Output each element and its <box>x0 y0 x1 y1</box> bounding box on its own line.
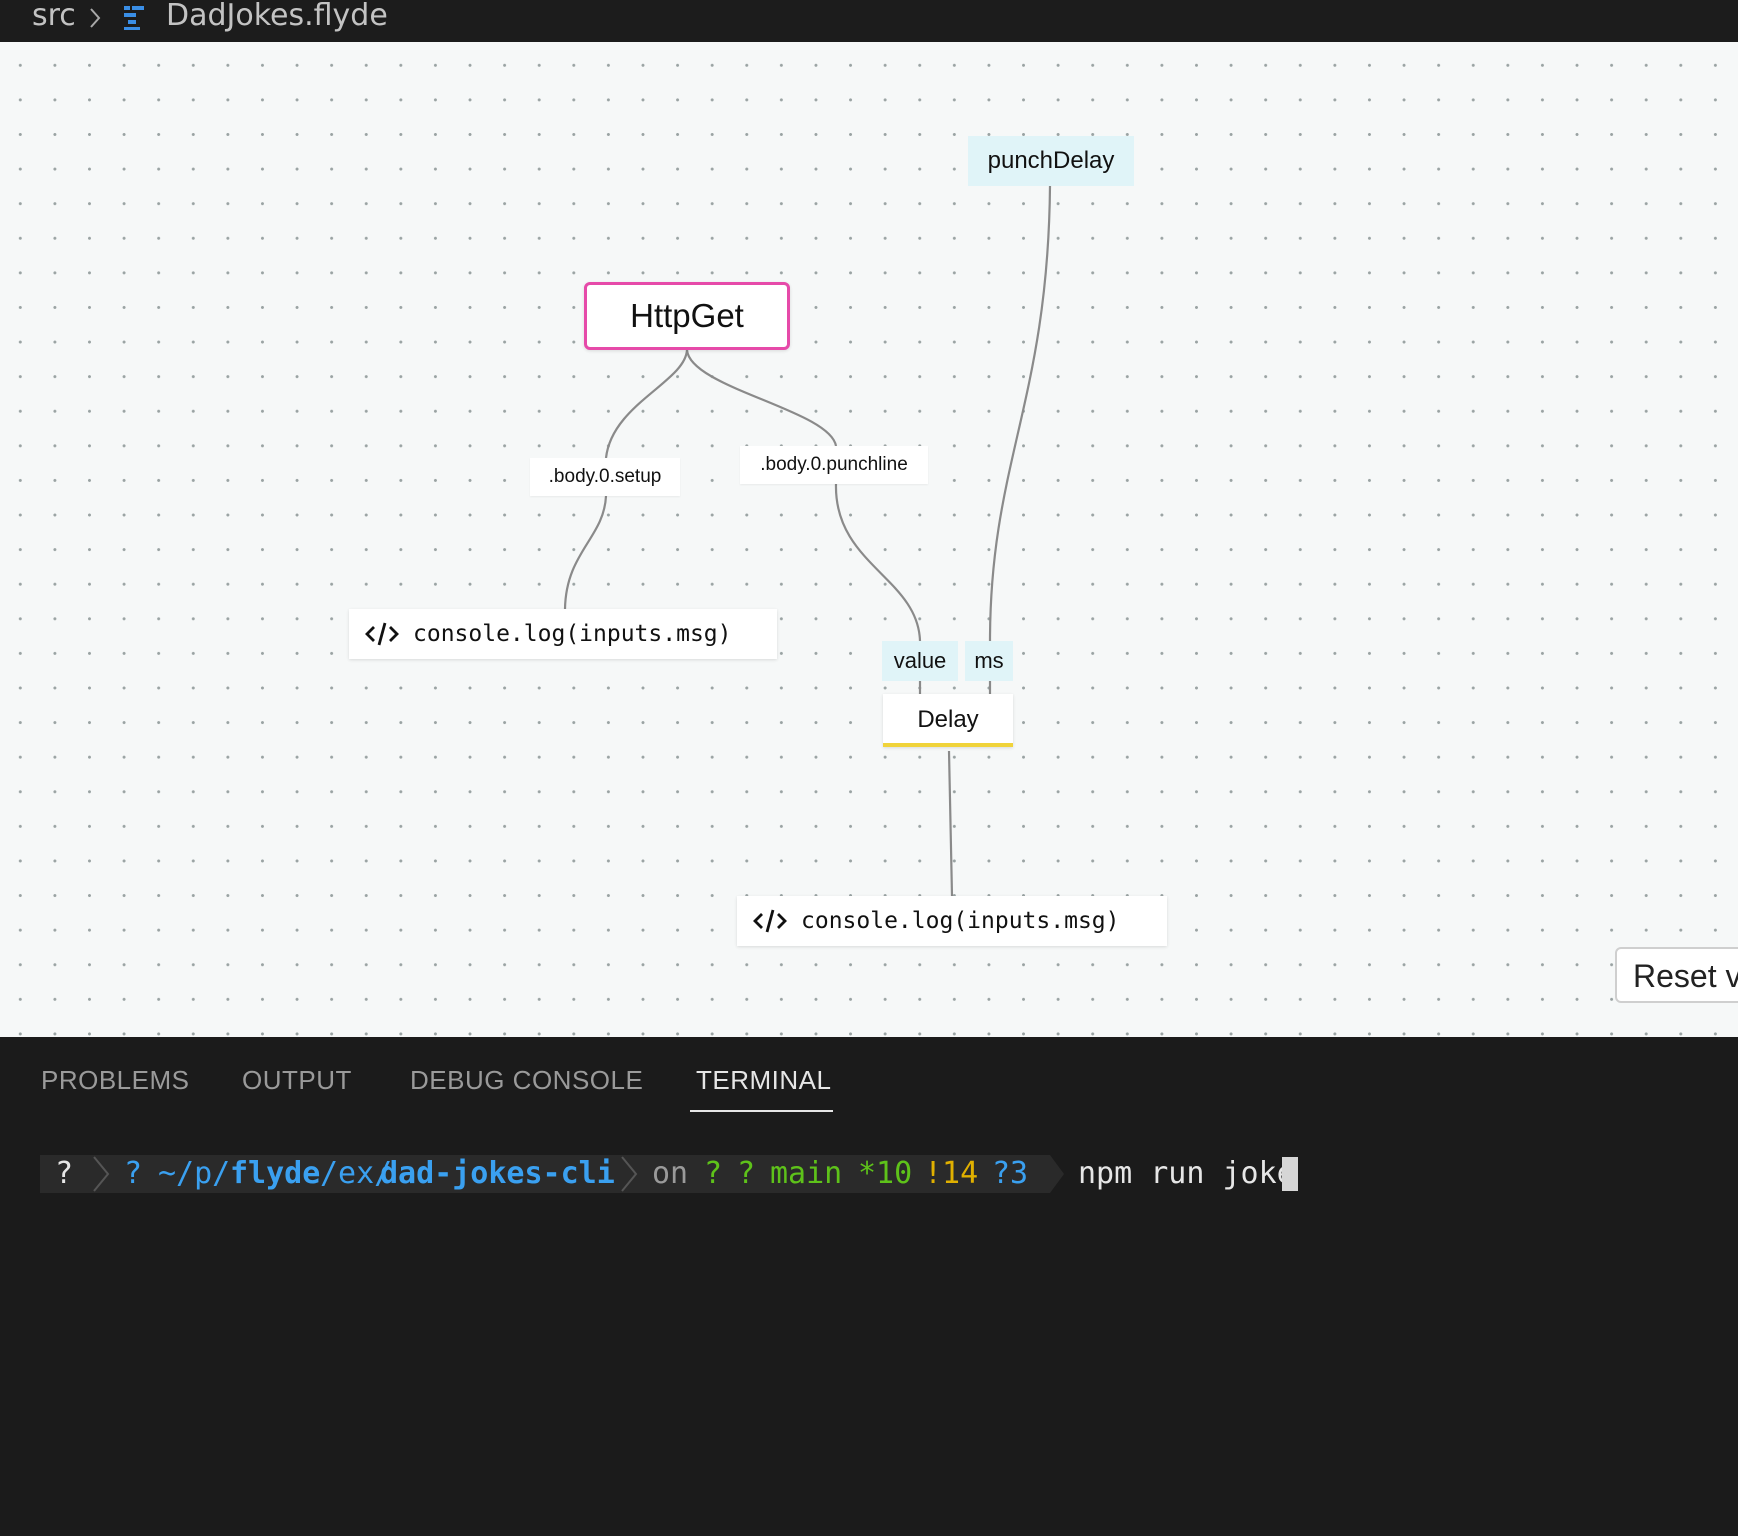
prompt-separator-icon <box>621 1156 638 1192</box>
code-label: console.log(inputs.msg) <box>413 621 732 647</box>
setup-output-pin[interactable]: .body.0.setup <box>530 458 680 496</box>
breadcrumb: src DadJokes.flyde <box>0 0 1738 42</box>
flow-edges <box>563 185 1052 897</box>
edge-httpget-punchline <box>685 349 838 447</box>
edge-punchdelay-ms <box>988 185 1052 642</box>
prompt-on: on <box>652 1156 689 1191</box>
git-branch: main <box>770 1156 843 1191</box>
httpget-node[interactable]: HttpGet <box>584 282 790 350</box>
edge-punchline-value <box>834 483 922 642</box>
delay-value-input-pin[interactable]: value <box>882 641 958 681</box>
bottom-panel: PROBLEMS OUTPUT DEBUG CONSOLE TERMINAL ?… <box>0 1037 1738 1536</box>
chevron-right-icon <box>90 8 101 28</box>
git-icon: ? <box>704 1156 723 1191</box>
terminal-command[interactable]: npm run joke <box>1078 1155 1295 1193</box>
os-icon: ? <box>55 1156 74 1191</box>
code-icon <box>365 622 399 646</box>
edge-httpget-setup <box>604 349 689 459</box>
path-project: dad-jokes-cli <box>380 1156 615 1191</box>
git-untracked: ?3 <box>992 1156 1029 1191</box>
breadcrumb-folder[interactable]: src <box>32 0 76 35</box>
active-tab-indicator <box>690 1110 833 1112</box>
code-icon <box>753 909 787 933</box>
flow-canvas[interactable]: punchDelay HttpGet .body.0.setup .body.0… <box>0 42 1738 1037</box>
console-log-punchline-node[interactable]: console.log(inputs.msg) <box>737 896 1167 946</box>
path-prefix: ~/p/ <box>158 1156 231 1191</box>
punch-delay-input-node[interactable]: punchDelay <box>968 136 1134 186</box>
terminal-cursor <box>1282 1157 1298 1191</box>
edge-setup-log <box>563 495 608 610</box>
console-log-setup-node[interactable]: console.log(inputs.msg) <box>349 609 777 659</box>
tab-output[interactable]: OUTPUT <box>242 1065 352 1096</box>
prompt-separator-icon <box>93 1156 110 1192</box>
delay-ms-input-pin[interactable]: ms <box>965 641 1013 681</box>
delay-node[interactable]: Delay <box>883 694 1013 747</box>
flyde-file-icon <box>124 6 144 30</box>
branch-icon: ? <box>737 1156 756 1191</box>
tab-debug-console[interactable]: DEBUG CONSOLE <box>410 1065 643 1096</box>
git-modified: !14 <box>924 1156 979 1191</box>
punchline-output-pin[interactable]: .body.0.punchline <box>740 446 928 484</box>
edge-delay-log <box>947 750 954 897</box>
prompt-end-icon <box>1050 1155 1064 1193</box>
tab-terminal[interactable]: TERMINAL <box>696 1065 831 1096</box>
path-flyde: flyde <box>230 1156 321 1191</box>
reset-view-button[interactable]: Reset v <box>1615 947 1738 1003</box>
code-label: console.log(inputs.msg) <box>801 908 1120 934</box>
folder-icon: ? <box>124 1156 143 1191</box>
git-stashed: *10 <box>858 1156 913 1191</box>
breadcrumb-file[interactable]: DadJokes.flyde <box>166 0 388 35</box>
tab-problems[interactable]: PROBLEMS <box>41 1065 190 1096</box>
